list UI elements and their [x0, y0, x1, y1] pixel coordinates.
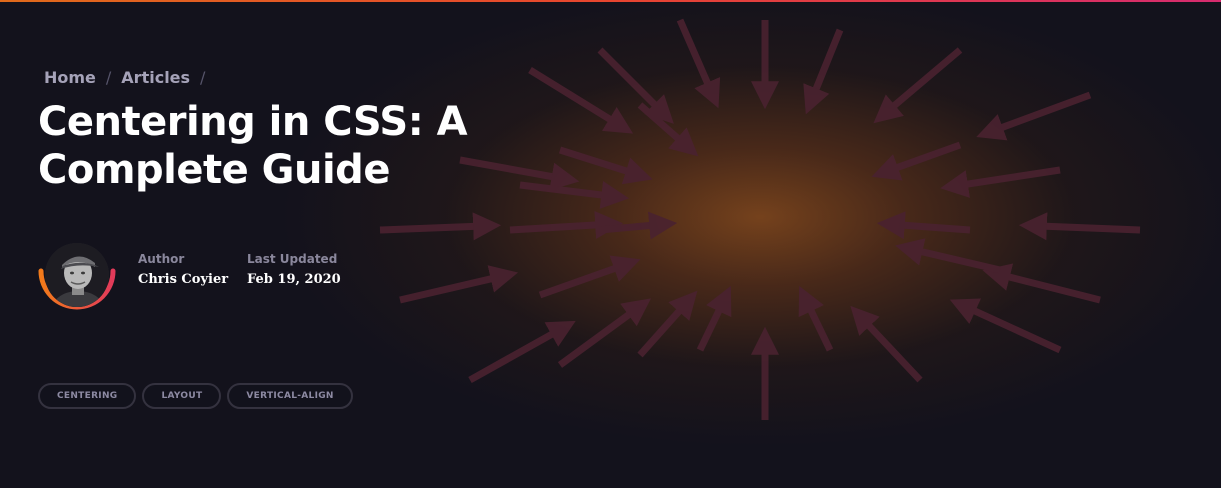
arrow-shape	[519, 181, 630, 209]
author-name[interactable]: Chris Coyier	[138, 272, 228, 287]
arrow-shape	[982, 263, 1101, 304]
arrow-shape	[557, 298, 652, 368]
arrow-shape	[509, 211, 624, 239]
arrow-shape	[949, 298, 1062, 354]
arrow-shape	[538, 255, 641, 299]
author-avatar-link[interactable]	[36, 238, 120, 312]
arrow-shape	[850, 305, 923, 383]
arrow-shape	[676, 18, 721, 109]
arrow-shape	[528, 67, 634, 134]
last-updated-date: Feb 19, 2020	[247, 272, 341, 287]
arrow-shape	[873, 47, 963, 124]
breadcrumb: Home / Articles /	[44, 68, 205, 87]
arrow-shape	[379, 212, 502, 241]
breadcrumb-separator: /	[200, 68, 206, 87]
last-updated-label: Last Updated	[247, 252, 338, 266]
arrow-shape	[976, 91, 1092, 141]
tag-layout[interactable]: LAYOUT	[142, 383, 222, 409]
tag-list: CENTERING LAYOUT VERTICAL-ALIGN	[38, 383, 353, 409]
arrow-shape	[803, 28, 844, 115]
arrow-shape	[558, 146, 653, 185]
last-updated-meta: Last Updated Feb 19, 2020	[247, 252, 341, 287]
page-title: Centering in CSS: A Complete Guide	[38, 99, 468, 193]
arrow-shape	[468, 320, 576, 384]
arrow-shape	[798, 285, 834, 352]
avatar	[45, 243, 109, 307]
arrow-shape	[637, 290, 698, 358]
tag-vertical-align[interactable]: VERTICAL-ALIGN	[227, 383, 353, 409]
breadcrumb-separator: /	[105, 68, 112, 87]
arrow-shape	[399, 265, 519, 304]
arrow-shape	[871, 141, 962, 181]
arrow-shape	[696, 285, 732, 352]
arrow-shape	[940, 166, 1061, 198]
author-label: Author	[138, 252, 185, 266]
breadcrumb-home-link[interactable]: Home	[44, 68, 96, 87]
arrow-shape	[895, 238, 1001, 274]
arrow-shape	[876, 211, 971, 240]
author-meta: Author Chris Coyier	[138, 252, 228, 287]
breadcrumb-articles-link[interactable]: Articles	[121, 68, 190, 87]
arrow-shape	[1018, 212, 1141, 241]
tag-centering[interactable]: CENTERING	[38, 383, 137, 409]
arrow-shape	[597, 47, 674, 124]
